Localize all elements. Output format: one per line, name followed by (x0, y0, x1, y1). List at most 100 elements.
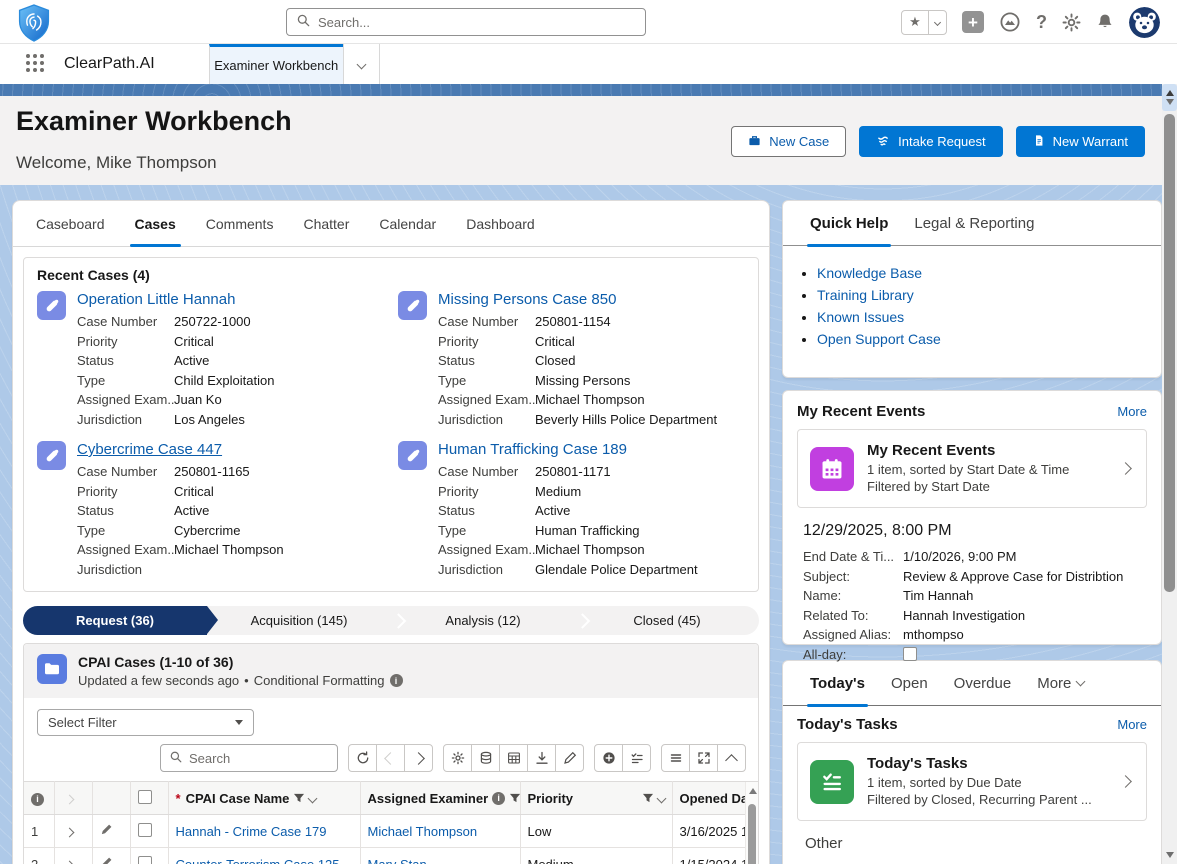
row-expand-chevron[interactable] (54, 815, 92, 848)
row-edit-pencil[interactable] (92, 848, 130, 864)
case-name-link[interactable]: Hannah - Crime Case 179 (176, 824, 327, 839)
case-link[interactable]: Human Trafficking Case 189 (438, 441, 627, 458)
column-header-case-name[interactable]: * CPAI Case Name (168, 782, 360, 815)
intake-request-button[interactable]: Intake Request (859, 126, 1002, 157)
scroll-up-arrow-icon[interactable] (1166, 90, 1174, 96)
picklist-button[interactable] (622, 744, 651, 772)
recent-events-more-link[interactable]: More (1117, 404, 1147, 419)
tab-open[interactable]: Open (878, 661, 941, 705)
tab-cases[interactable]: Cases (120, 201, 191, 246)
column-menu-caret[interactable] (308, 793, 318, 803)
new-case-button[interactable]: New Case (731, 126, 846, 157)
filter-funnel-icon[interactable] (293, 793, 305, 804)
row-checkbox[interactable] (130, 848, 168, 864)
path-stage-request[interactable]: Request (36) (23, 606, 207, 635)
scrollbar-arrows[interactable] (1162, 84, 1177, 111)
edit-pencil-button[interactable] (555, 744, 584, 772)
training-library-link[interactable]: Training Library (817, 287, 914, 303)
intake-request-label: Intake Request (898, 134, 985, 149)
known-issues-link[interactable]: Known Issues (817, 309, 904, 325)
data-source-button[interactable] (471, 744, 500, 772)
filter-select[interactable]: Select Filter (37, 709, 254, 736)
tab-comments[interactable]: Comments (191, 201, 289, 246)
row-info-column-header[interactable]: i (24, 782, 54, 815)
tab-caseboard[interactable]: Caseboard (21, 201, 120, 246)
global-search[interactable] (286, 8, 646, 36)
global-search-input[interactable] (318, 15, 635, 30)
row-expand-chevron[interactable] (54, 848, 92, 864)
nav-tab-examiner-workbench[interactable]: Examiner Workbench (209, 44, 343, 84)
filter-funnel-icon[interactable] (509, 793, 520, 804)
table-scrollbar[interactable] (745, 782, 758, 864)
recent-events-card: My Recent Events More My Recent Events 1… (782, 390, 1162, 645)
list-search-input[interactable] (189, 751, 328, 766)
new-warrant-label: New Warrant (1053, 134, 1128, 149)
next-page-button[interactable] (404, 744, 433, 772)
tab-quick-help[interactable]: Quick Help (797, 201, 901, 245)
scroll-up-arrow-icon[interactable] (749, 788, 757, 794)
case-link[interactable]: Missing Persons Case 850 (438, 291, 616, 308)
collapse-panel-button[interactable] (717, 744, 746, 772)
add-record-button[interactable] (594, 744, 623, 772)
field-label: Case Number (438, 312, 535, 332)
path-stage-acquisition[interactable]: Acquisition (145) (207, 606, 391, 635)
row-density-button[interactable] (661, 744, 690, 772)
tab-todays[interactable]: Today's (797, 661, 878, 705)
path-stage-analysis[interactable]: Analysis (12) (391, 606, 575, 635)
trailhead-icon[interactable] (999, 11, 1021, 33)
list-search[interactable] (160, 744, 338, 772)
path-stage-closed[interactable]: Closed (45) (575, 606, 759, 635)
user-avatar[interactable] (1129, 7, 1160, 38)
examiner-link[interactable]: Mary Stan (368, 857, 427, 864)
event-datetime[interactable]: 12/29/2025, 8:00 PM (803, 522, 1147, 540)
tab-chatter[interactable]: Chatter (288, 201, 364, 246)
help-icon[interactable]: ? (1036, 12, 1047, 33)
recent-events-list-card[interactable]: My Recent Events 1 item, sorted by Start… (797, 429, 1147, 508)
tab-legal-reporting[interactable]: Legal & Reporting (901, 201, 1047, 245)
row-checkbox[interactable] (130, 815, 168, 848)
favorites-star-icon[interactable]: ★ (902, 11, 928, 34)
refresh-button[interactable] (348, 744, 377, 772)
tasks-list-card[interactable]: Today's Tasks 1 item, sorted by Due Date… (797, 742, 1147, 821)
column-header-assigned-examiner[interactable]: Assigned Examiner i (360, 782, 520, 815)
case-link[interactable]: Operation Little Hannah (77, 291, 235, 308)
download-button[interactable] (527, 744, 556, 772)
column-header-priority[interactable]: Priority (520, 782, 672, 815)
column-menu-caret[interactable] (656, 793, 666, 803)
new-warrant-button[interactable]: New Warrant (1016, 126, 1145, 157)
page-scrollbar[interactable] (1162, 84, 1177, 864)
table-scrollbar-thumb[interactable] (748, 804, 756, 864)
chevron-right-icon[interactable] (1121, 774, 1134, 789)
tasks-more-link[interactable]: More (1117, 717, 1147, 732)
tab-overdue[interactable]: Overdue (941, 661, 1025, 705)
notifications-bell-icon[interactable] (1096, 13, 1114, 31)
list-item: Known Issues (817, 306, 1141, 328)
info-icon[interactable]: i (492, 792, 505, 805)
info-icon[interactable]: i (390, 674, 403, 687)
previous-page-button[interactable] (376, 744, 405, 772)
scroll-down-arrow-icon[interactable] (1166, 852, 1174, 858)
scroll-down-arrow-icon[interactable] (1166, 99, 1174, 105)
quick-create-plus-icon[interactable]: + (962, 11, 984, 33)
expand-fullscreen-button[interactable] (689, 744, 718, 772)
select-all-checkbox[interactable] (130, 782, 168, 815)
app-launcher-icon[interactable] (26, 54, 46, 74)
table-view-button[interactable] (499, 744, 528, 772)
page-scrollbar-thumb[interactable] (1164, 114, 1175, 592)
tab-dashboard[interactable]: Dashboard (451, 201, 550, 246)
case-name-link[interactable]: Counter-Terrorism Case 125 (176, 857, 340, 864)
tab-calendar[interactable]: Calendar (364, 201, 451, 246)
settings-gear-button[interactable] (443, 744, 472, 772)
case-link[interactable]: Cybercrime Case 447 (77, 441, 222, 458)
knowledge-base-link[interactable]: Knowledge Base (817, 265, 922, 281)
field-label: Status (438, 501, 535, 521)
filter-funnel-icon[interactable] (642, 793, 654, 804)
open-support-case-link[interactable]: Open Support Case (817, 331, 941, 347)
row-edit-pencil[interactable] (92, 815, 130, 848)
examiner-link[interactable]: Michael Thompson (368, 824, 478, 839)
tab-more[interactable]: More (1024, 661, 1097, 705)
setup-gear-icon[interactable] (1062, 13, 1081, 32)
nav-tab-caret[interactable] (343, 44, 380, 84)
chevron-right-icon[interactable] (1121, 461, 1134, 476)
favorites-caret[interactable] (928, 11, 946, 34)
